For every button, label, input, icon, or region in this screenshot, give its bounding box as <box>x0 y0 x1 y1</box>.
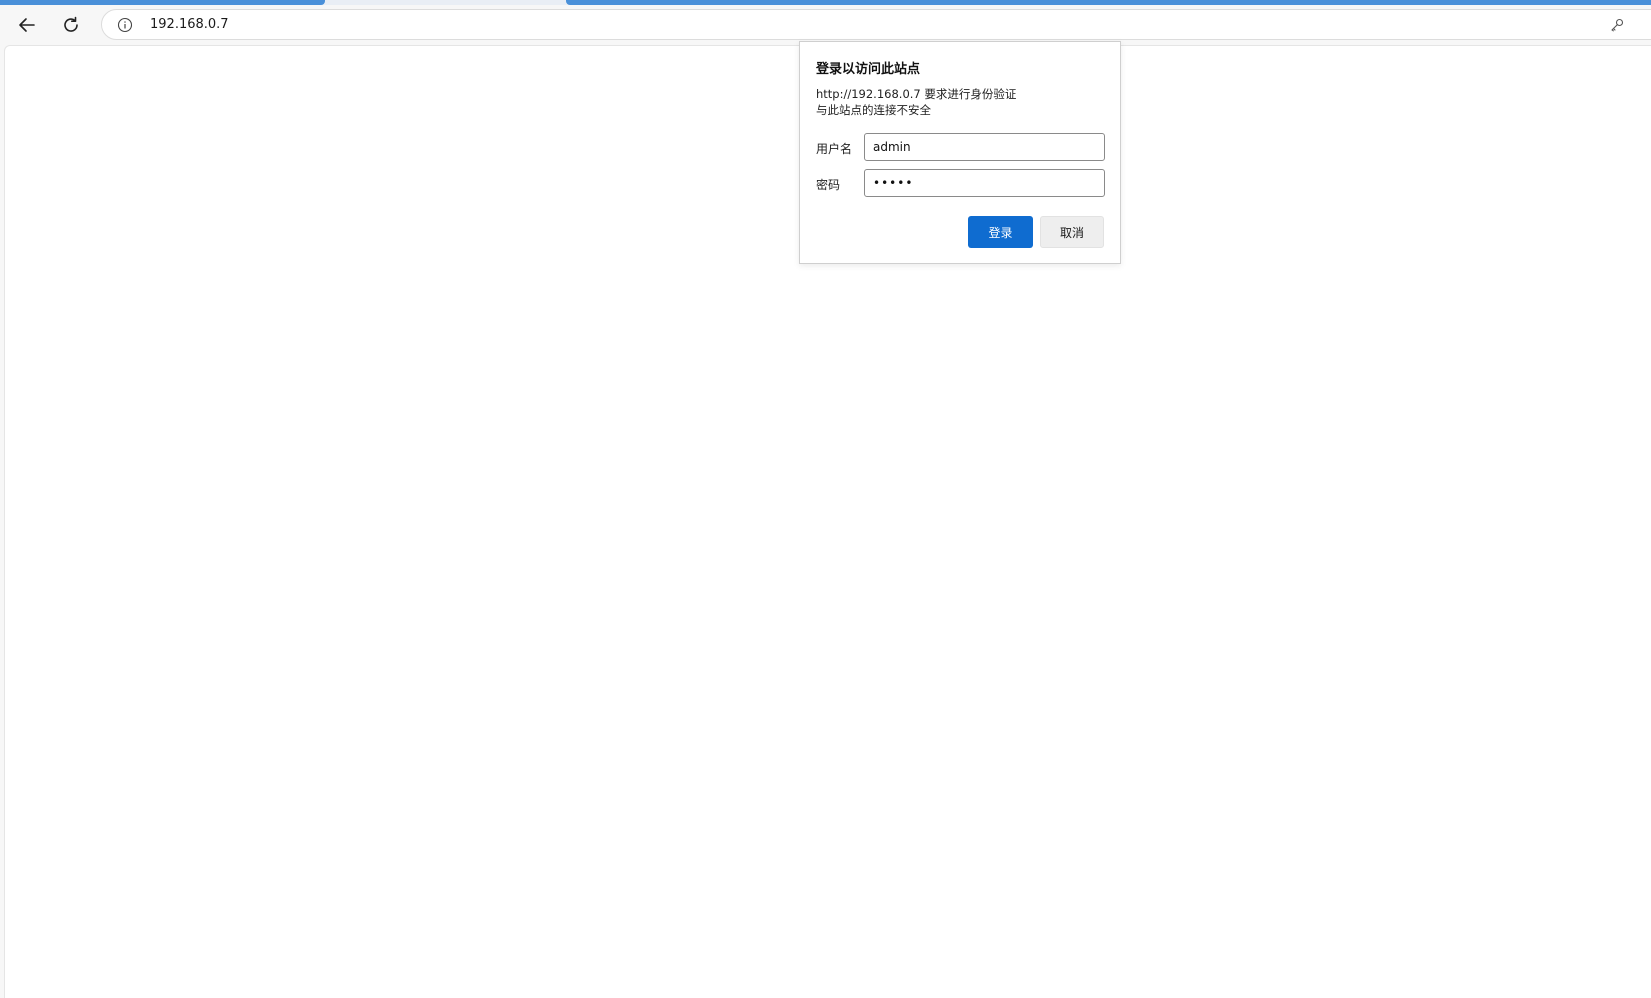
password-label: 密码 <box>816 178 841 192</box>
password-field[interactable] <box>864 169 1105 197</box>
site-info-button[interactable] <box>116 16 134 34</box>
auth-dialog: 登录以访问此站点 http://192.168.0.7 要求进行身份验证 与此站… <box>799 41 1121 264</box>
back-arrow-icon <box>19 18 35 32</box>
dialog-message-auth: http://192.168.0.7 要求进行身份验证 <box>816 87 1017 101</box>
cancel-button[interactable]: 取消 <box>1040 216 1104 248</box>
username-label: 用户名 <box>816 142 853 156</box>
back-button[interactable] <box>11 9 43 41</box>
url-text[interactable]: 192.168.0.7 <box>150 16 229 34</box>
reload-button[interactable] <box>55 9 87 41</box>
username-field[interactable] <box>864 133 1105 161</box>
browser-toolbar: 192.168.0.7 <box>0 5 1651 45</box>
passwords-button[interactable] <box>1608 16 1626 34</box>
key-icon <box>1611 18 1624 32</box>
info-icon <box>117 17 133 33</box>
reload-icon <box>64 16 78 32</box>
dialog-message-insecure: 与此站点的连接不安全 <box>816 103 931 117</box>
dialog-title: 登录以访问此站点 <box>816 62 921 77</box>
address-bar[interactable]: 192.168.0.7 <box>101 9 1651 40</box>
login-button[interactable]: 登录 <box>968 216 1033 248</box>
